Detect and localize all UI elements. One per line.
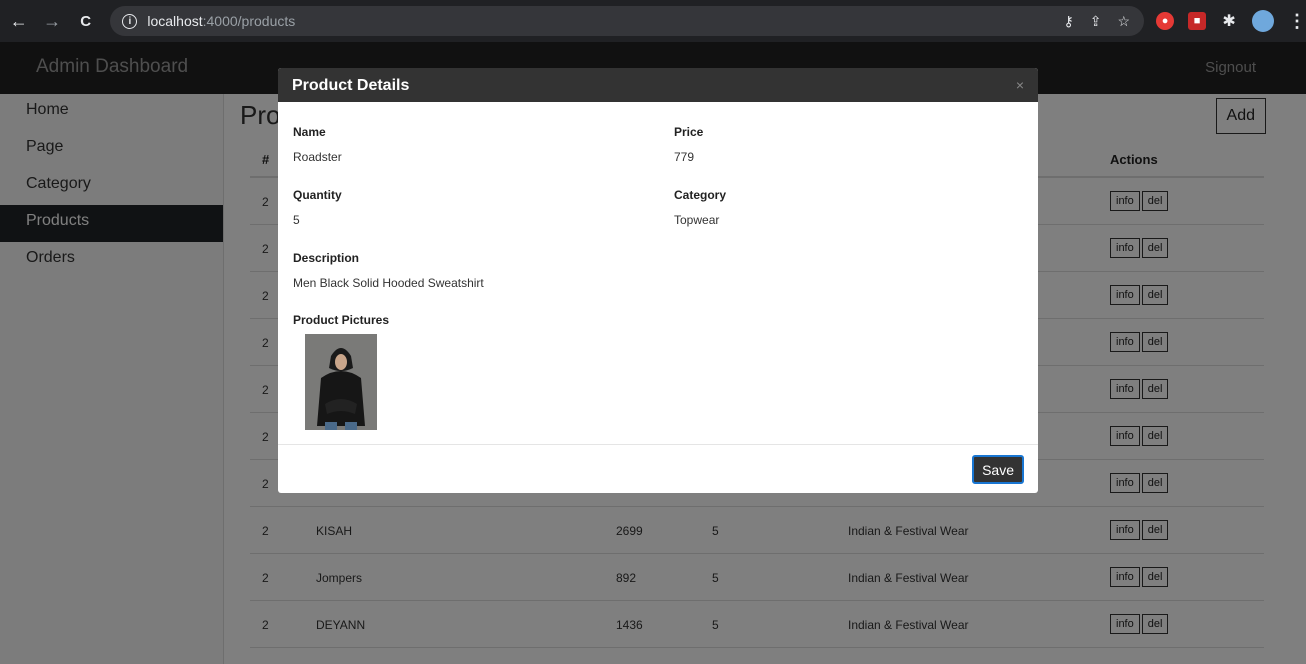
hooded-sweatshirt-photo	[305, 334, 377, 430]
price-value: 779	[674, 150, 695, 164]
product-picture	[305, 334, 377, 430]
quantity-label: Quantity	[293, 188, 342, 202]
address-bar[interactable]: i localhost:4000/products ⚷ ⇪ ☆	[110, 6, 1145, 36]
extension-red-icon[interactable]: ●	[1156, 12, 1175, 30]
description-value: Men Black Solid Hooded Sweatshirt	[293, 276, 484, 290]
reload-icon[interactable]: C	[75, 13, 96, 30]
extensions-puzzle-icon[interactable]: ✱	[1220, 12, 1238, 30]
url-host: localhost	[147, 13, 203, 29]
browser-toolbar: ← → C i localhost:4000/products ⚷ ⇪ ☆ ● …	[0, 0, 1306, 42]
forward-arrow-icon[interactable]: →	[41, 11, 62, 32]
pictures-label: Product Pictures	[293, 313, 390, 327]
url-path: :4000/products	[202, 13, 296, 29]
extension-square-icon[interactable]: ■	[1188, 12, 1207, 30]
modal-body: Name Roadster Price 779 Quantity 5 Categ…	[278, 102, 1038, 445]
modal-footer: Save	[278, 445, 1038, 493]
category-label: Category	[674, 188, 727, 202]
save-button[interactable]: Save	[972, 455, 1024, 484]
close-icon[interactable]: ×	[1016, 77, 1024, 93]
quantity-value: 5	[293, 213, 300, 227]
name-label: Name	[293, 125, 326, 139]
product-details-modal: Product Details × Name Roadster Price 77…	[278, 68, 1038, 493]
share-icon[interactable]: ⇪	[1090, 13, 1102, 30]
bookmark-star-icon[interactable]: ☆	[1117, 13, 1130, 30]
category-value: Topwear	[674, 213, 720, 227]
modal-title: Product Details	[292, 77, 410, 94]
site-info-icon[interactable]: i	[122, 13, 138, 29]
back-arrow-icon[interactable]: ←	[8, 11, 29, 32]
browser-menu-icon[interactable]: ⋮	[1288, 11, 1306, 32]
modal-header: Product Details ×	[278, 68, 1038, 102]
price-label: Price	[674, 125, 704, 139]
key-icon[interactable]: ⚷	[1063, 13, 1073, 30]
description-label: Description	[293, 251, 360, 265]
profile-avatar-icon[interactable]	[1252, 10, 1275, 32]
name-value: Roadster	[293, 150, 342, 164]
